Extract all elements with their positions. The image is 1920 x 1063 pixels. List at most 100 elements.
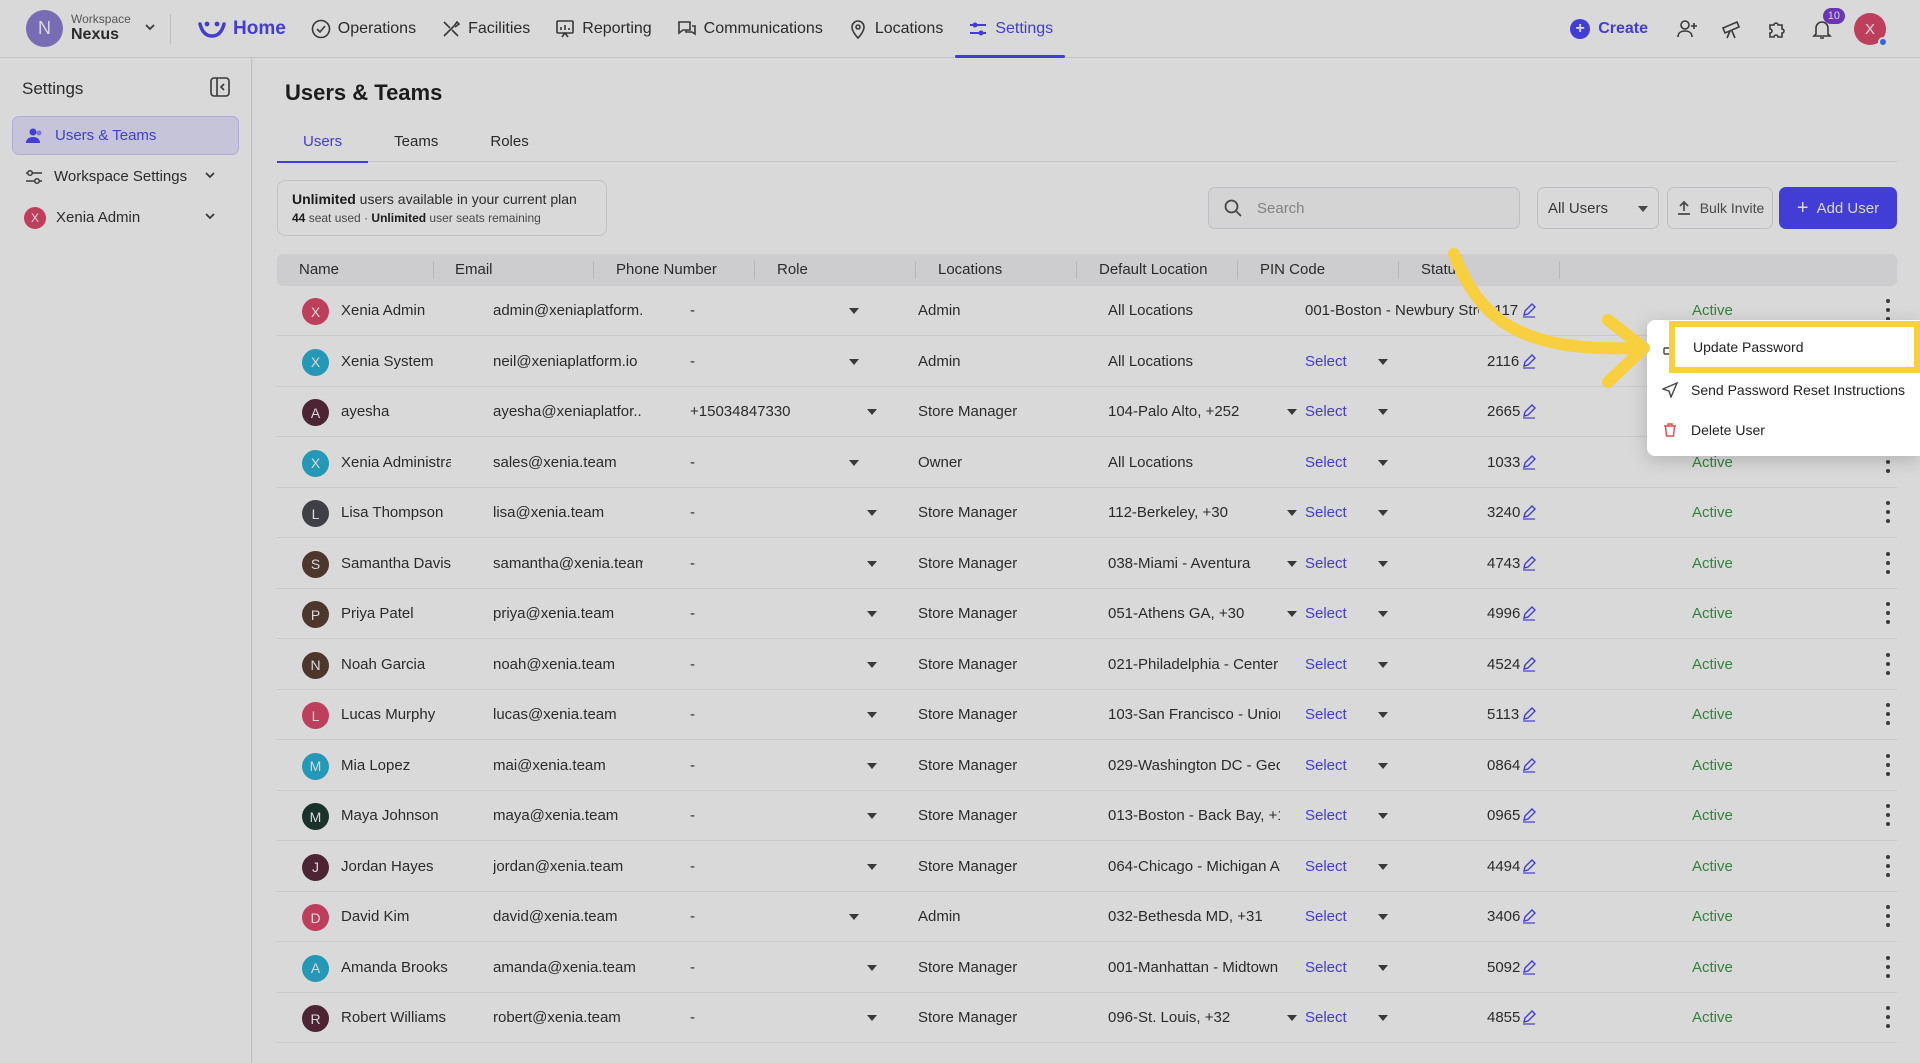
locations-select[interactable]: 001-Manhattan - Midtown [1108,943,1280,993]
table-row[interactable]: L Lucas Murphy lucas@xenia.team - Store Mana… [277,690,1897,740]
column-header-locations[interactable]: Locations [938,254,1002,286]
role-select[interactable]: Store Manager [918,741,1048,791]
edit-pencil-icon[interactable] [1521,706,1537,722]
edit-pencil-icon[interactable] [1521,858,1537,874]
role-select[interactable]: Store Manager [918,791,1048,841]
user-name[interactable]: Noah Garcia [341,640,451,690]
default-location-select[interactable]: Select [1305,943,1479,993]
default-location-select[interactable]: Select [1305,589,1479,639]
default-location-select[interactable]: Select [1305,993,1479,1043]
default-location-select[interactable]: Select [1305,438,1479,488]
user-name[interactable]: Amanda Brooks [341,943,451,993]
role-select[interactable]: Store Manager [918,640,1048,690]
role-select[interactable]: Admin [918,892,1048,942]
nav-communications[interactable]: Communications [664,0,835,58]
menu-item-delete-user[interactable]: Delete User [1647,410,1920,450]
default-location-select[interactable]: Select [1305,791,1479,841]
locations-select[interactable]: 029-Washington DC - Geo [1108,741,1280,791]
table-row[interactable]: L Lisa Thompson lisa@xenia.team - Store Mana… [277,488,1897,538]
user-name[interactable]: Lucas Murphy [341,690,451,740]
role-select[interactable]: Store Manager [918,993,1048,1043]
locations-select[interactable]: 021-Philadelphia - Center C [1108,640,1280,690]
more-actions-icon[interactable] [1885,602,1891,624]
more-actions-icon[interactable] [1885,703,1891,725]
locations-select[interactable]: 064-Chicago - Michigan Av [1108,842,1280,892]
locations-select[interactable]: All Locations [1108,438,1280,488]
more-actions-icon[interactable] [1885,551,1891,574]
role-select[interactable]: Store Manager [918,690,1048,740]
edit-pencil-icon[interactable] [1521,605,1537,621]
more-actions-icon[interactable] [1885,1006,1891,1028]
default-location-select[interactable]: Select [1305,842,1479,892]
menu-item-send-reset[interactable]: Send Password Reset Instructions [1647,370,1920,410]
tab-roles[interactable]: Roles [464,120,554,162]
workspace-switcher[interactable]: N Workspace Nexus [0,0,170,58]
table-row[interactable]: S Samantha Davis samantha@xenia.team - Store… [277,539,1897,589]
more-actions-icon[interactable] [1885,854,1891,877]
user-filter-select[interactable]: All Users [1537,187,1659,229]
nav-home[interactable]: Home [185,0,298,58]
nav-locations[interactable]: Locations [835,0,956,58]
edit-pencil-icon[interactable] [1521,807,1537,823]
role-select[interactable]: Store Manager [918,943,1048,993]
more-actions-icon[interactable] [1885,753,1891,776]
role-select[interactable]: Admin [918,337,1048,387]
table-row[interactable]: P Priya Patel priya@xenia.team - Store Manag… [277,589,1897,639]
role-select[interactable]: Store Manager [918,488,1048,538]
user-name[interactable]: Maya Johnson [341,791,451,841]
nav-reporting[interactable]: Reporting [542,0,663,58]
locations-select[interactable]: 096-St. Louis, +32 [1108,993,1280,1043]
more-actions-icon[interactable] [1885,955,1891,978]
role-select[interactable]: Store Manager [918,387,1048,437]
table-row[interactable]: J Jordan Hayes jordan@xenia.team - Store Man… [277,842,1897,892]
sidebar-item-users-teams[interactable]: Users & Teams [12,116,239,155]
add-user-icon[interactable] [1674,16,1700,42]
table-row[interactable]: D David Kim david@xenia.team - Admin 032-Beth… [277,892,1897,942]
role-select[interactable]: Store Manager [918,589,1048,639]
locations-select[interactable]: 013-Boston - Back Bay, +1 [1108,791,1280,841]
user-name[interactable]: Xenia Administrator [341,438,451,488]
locations-select[interactable]: 038-Miami - Aventura [1108,539,1280,589]
more-actions-icon[interactable] [1885,299,1891,321]
edit-pencil-icon[interactable] [1521,757,1537,773]
role-select[interactable]: Store Manager [918,539,1048,589]
tab-teams[interactable]: Teams [368,120,464,162]
more-actions-icon[interactable] [1885,501,1891,523]
nav-settings[interactable]: Settings [955,0,1065,58]
table-row[interactable]: M Mia Lopez mai@xenia.team - Store Manager 02… [277,741,1897,791]
table-row[interactable]: N Noah Garcia noah@xenia.team - Store Manage… [277,640,1897,690]
locations-select[interactable]: 104-Palo Alto, +252 [1108,387,1280,437]
table-row[interactable]: R Robert Williams robert@xenia.team - Store … [277,993,1897,1043]
locations-select[interactable]: All Locations [1108,286,1280,336]
sidebar-item-xenia-admin[interactable]: X Xenia Admin [12,198,239,237]
notification-bell-icon[interactable]: 10 [1809,8,1845,42]
collapse-sidebar-icon[interactable] [209,76,231,102]
user-name[interactable]: Jordan Hayes [341,842,451,892]
edit-pencil-icon[interactable] [1521,504,1537,520]
edit-pencil-icon[interactable] [1521,908,1537,924]
column-header-role[interactable]: Role [777,254,808,286]
user-name[interactable]: David Kim [341,892,451,942]
user-name[interactable]: Priya Patel [341,589,451,639]
more-actions-icon[interactable] [1885,804,1891,826]
user-name[interactable]: Xenia System [341,337,451,387]
locations-select[interactable]: All Locations [1108,337,1280,387]
more-actions-icon[interactable] [1885,652,1891,675]
default-location-select[interactable]: Select [1305,741,1479,791]
telescope-icon[interactable] [1719,16,1745,42]
locations-select[interactable]: 032-Bethesda MD, +31 [1108,892,1280,942]
edit-pencil-icon[interactable] [1521,555,1537,571]
user-name[interactable]: Lisa Thompson [341,488,451,538]
search-input[interactable] [1257,199,1497,217]
default-location-select[interactable]: Select [1305,539,1479,589]
edit-pencil-icon[interactable] [1521,656,1537,672]
create-button[interactable]: + Create [1570,19,1648,39]
locations-select[interactable]: 103-San Francisco - Union [1108,690,1280,740]
user-name[interactable]: Samantha Davis [341,539,451,589]
default-location-select[interactable]: Select [1305,690,1479,740]
column-header-pin-code[interactable]: PIN Code [1260,254,1325,286]
edit-pencil-icon[interactable] [1521,959,1537,975]
add-user-button[interactable]: + Add User [1779,187,1897,229]
role-select[interactable]: Admin [918,286,1048,336]
table-row[interactable]: A Amanda Brooks amanda@xenia.team - Store Ma… [277,943,1897,993]
